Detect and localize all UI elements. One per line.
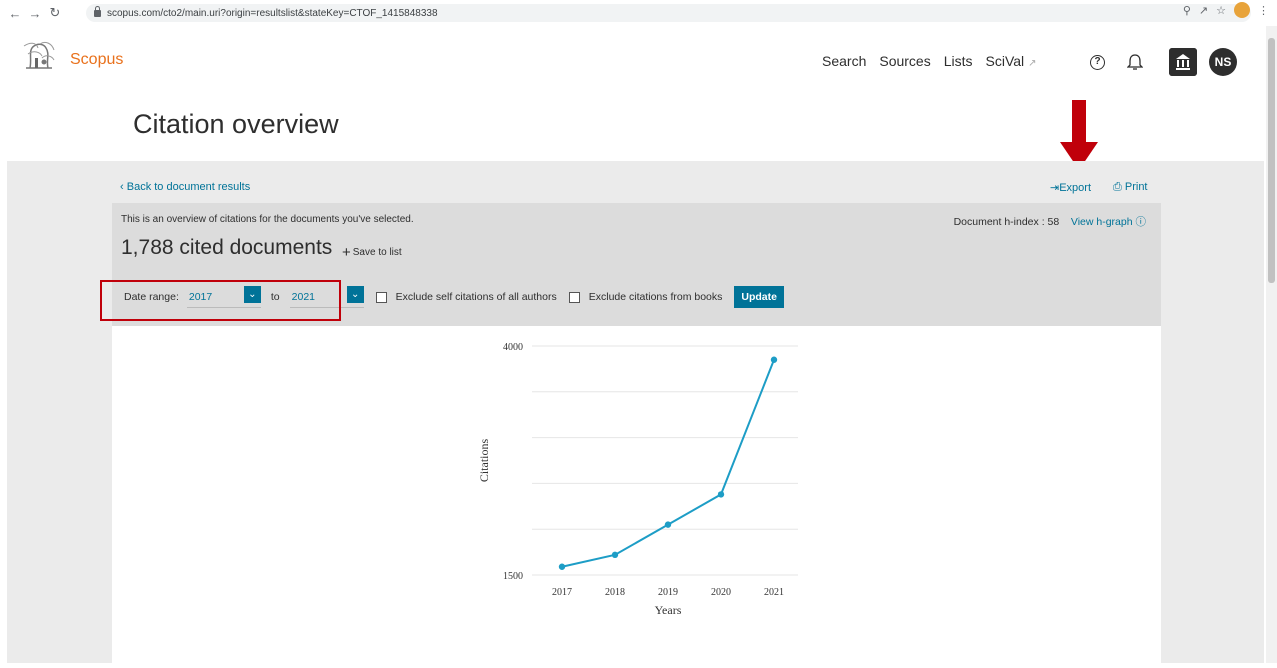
share-icon[interactable]: ↗: [1199, 4, 1208, 17]
cited-documents-count: 1,788 cited documents: [121, 236, 333, 259]
print-button[interactable]: ⎙ Print: [1113, 181, 1148, 194]
nav-search[interactable]: Search: [822, 53, 866, 69]
annotation-arrow-icon: [1060, 100, 1098, 170]
data-point: [611, 551, 619, 559]
annotation-highlight-box: [100, 280, 341, 321]
external-link-icon: ↗: [1028, 58, 1037, 69]
save-to-list-button[interactable]: + Save to list: [342, 244, 402, 261]
header-icons: ? NS: [1090, 48, 1237, 76]
data-point: [664, 521, 672, 528]
exclude-self-citations-checkbox[interactable]: Exclude self citations of all authors: [375, 291, 557, 303]
address-bar[interactable]: scopus.com/cto2/main.uri?origin=resultsl…: [86, 4, 1251, 22]
bell-icon[interactable]: [1127, 53, 1143, 71]
exclude-books-checkbox[interactable]: Exclude citations from books: [568, 291, 722, 303]
zoom-icon[interactable]: ⚲: [1183, 4, 1191, 17]
help-icon[interactable]: ?: [1090, 54, 1105, 70]
back-arrow-icon[interactable]: ←: [6, 6, 24, 21]
view-hgraph-link[interactable]: View h-graph ⓘ: [1071, 216, 1146, 228]
chart-panel: 1500 4000 2017 2018 2019 2020 2021 Years Citatio…: [112, 326, 1161, 663]
x-tick-label: 2019: [658, 587, 678, 598]
y-tick-label: 1500: [503, 571, 523, 582]
browser-actions: ⚲ ↗ ☆ ⋮: [1183, 2, 1269, 18]
export-button[interactable]: ⇥Export: [1050, 181, 1091, 194]
user-avatar[interactable]: NS: [1209, 48, 1237, 76]
data-point: [717, 491, 725, 498]
x-axis-label: Years: [655, 603, 682, 617]
printer-icon: ⎙: [1113, 181, 1122, 193]
hindex-info: Document h-index : 58 View h-graph ⓘ: [954, 214, 1146, 229]
menu-icon[interactable]: ⋮: [1258, 4, 1269, 17]
scopus-logo[interactable]: Scopus: [70, 51, 123, 69]
x-tick-label: 2018: [605, 587, 625, 598]
institution-icon[interactable]: [1169, 48, 1197, 76]
lock-icon: [94, 5, 101, 17]
data-point: [770, 356, 778, 363]
back-to-results-link[interactable]: ‹ Back to document results: [120, 181, 250, 193]
citations-series-line: [561, 359, 775, 568]
browser-toolbar: ← → ↻ scopus.com/cto2/main.uri?origin=re…: [0, 0, 1277, 26]
nav-lists[interactable]: Lists: [944, 53, 973, 69]
page-title: Citation overview: [133, 109, 339, 139]
reload-icon[interactable]: ↻: [46, 5, 64, 21]
nav-sources[interactable]: Sources: [879, 53, 930, 69]
checkbox-box[interactable]: [568, 291, 580, 303]
forward-arrow-icon[interactable]: →: [26, 6, 44, 21]
info-icon: ⓘ: [1135, 216, 1147, 228]
export-icon: ⇥: [1050, 182, 1060, 194]
update-button[interactable]: Update: [734, 286, 784, 308]
hindex-value: Document h-index : 58: [953, 216, 1060, 228]
x-tick-label: 2020: [711, 587, 731, 598]
checkbox-box[interactable]: [375, 291, 387, 303]
overview-intro: This is an overview of citations for the…: [121, 214, 414, 225]
chevron-down-icon[interactable]: ⌄: [346, 286, 364, 303]
x-tick-label: 2017: [552, 587, 572, 598]
nav-scival[interactable]: SciVal ↗: [986, 53, 1037, 69]
star-icon[interactable]: ☆: [1216, 4, 1226, 17]
citations-line-chart: 1500 4000 2017 2018 2019 2020 2021 Years Citatio…: [477, 342, 798, 617]
top-navigation: Search Sources Lists SciVal ↗: [822, 53, 1036, 69]
scrollbar-thumb[interactable]: [1268, 38, 1275, 283]
x-tick-label: 2021: [764, 587, 784, 598]
scrollbar[interactable]: [1266, 26, 1277, 663]
url-text: scopus.com/cto2/main.uri?origin=resultsl…: [107, 7, 438, 19]
data-point: [558, 563, 566, 570]
y-axis-label: Citations: [477, 439, 491, 483]
plus-icon: +: [342, 244, 351, 261]
y-tick-label: 4000: [503, 342, 523, 353]
site-header: Scopus Search Sources Lists SciVal ↗ ? N…: [0, 26, 1277, 96]
elsevier-logo-icon[interactable]: [20, 40, 58, 72]
chevron-left-icon: ‹: [120, 181, 124, 193]
profile-avatar[interactable]: [1234, 2, 1250, 18]
